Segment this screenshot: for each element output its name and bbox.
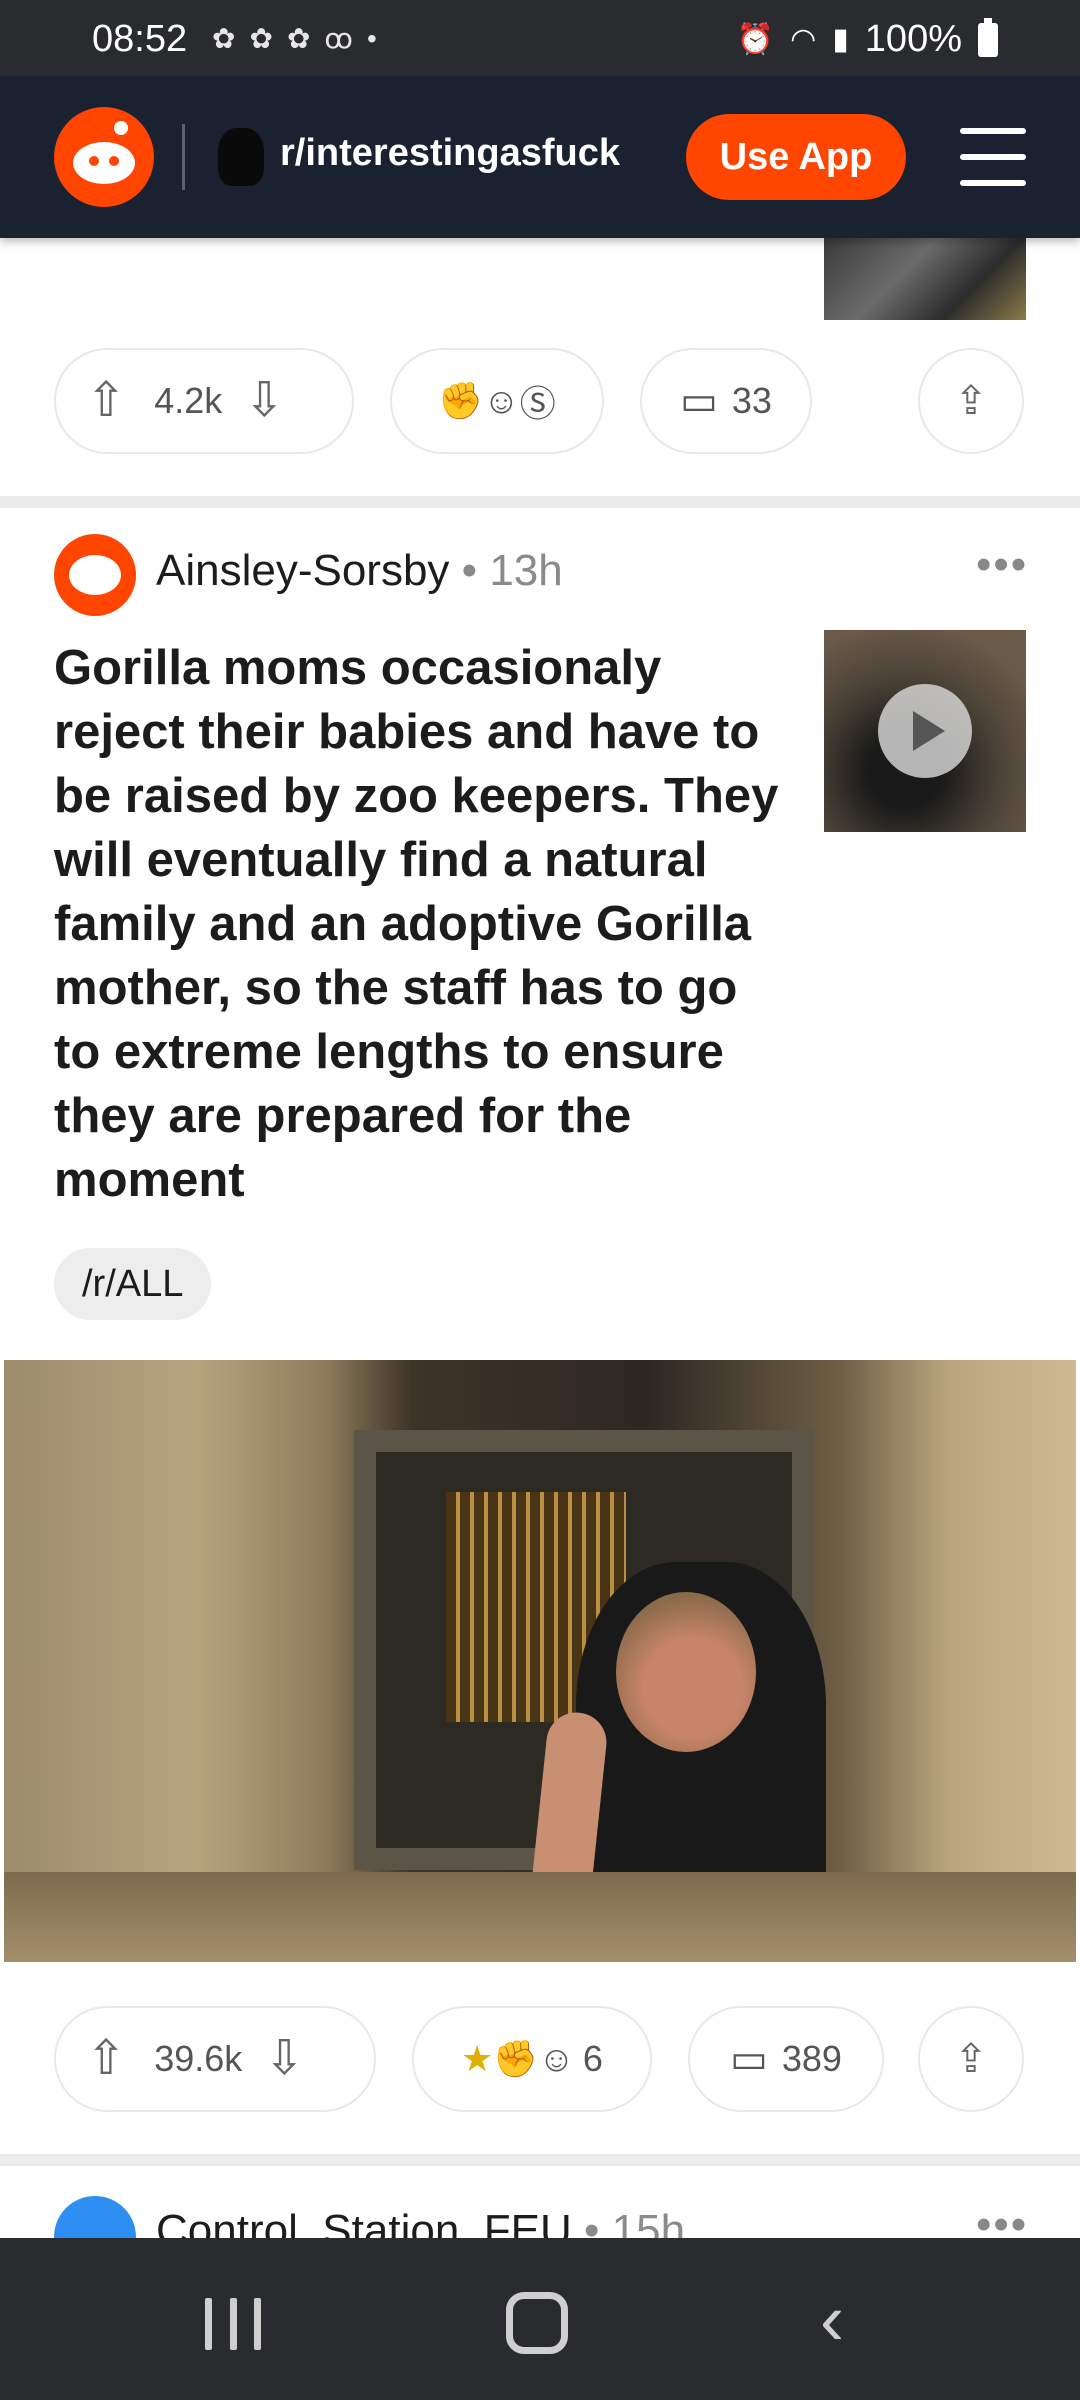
- battery-icon: [978, 17, 998, 57]
- reddit-logo-icon[interactable]: [54, 107, 154, 207]
- battery-percent: 100%: [864, 18, 962, 60]
- award-count: 6: [582, 2038, 603, 2079]
- system-nav-bar: ‹: [0, 2238, 1080, 2400]
- subreddit-name[interactable]: r/interestingasfuck: [280, 132, 620, 175]
- vote-bar: ⇧ 39.6k ⇩: [54, 2006, 376, 2112]
- voicemail-icon: ꝏ: [324, 23, 353, 54]
- video-thumbnail[interactable]: [824, 630, 1026, 832]
- post-separator: [0, 496, 1080, 508]
- share-icon: ⇪: [954, 2037, 988, 2081]
- share-button[interactable]: ⇪: [918, 348, 1024, 454]
- previous-post-thumbnail[interactable]: [824, 238, 1026, 320]
- wifi-icon: ◠: [790, 23, 817, 56]
- notification-icon: ✿: [286, 23, 311, 54]
- share-button[interactable]: ⇪: [918, 2006, 1024, 2112]
- notification-icon: ✿: [212, 23, 236, 54]
- home-icon[interactable]: [506, 2292, 568, 2354]
- awards-button[interactable]: ★ ✊ ☺ 6: [412, 2006, 652, 2112]
- avatar[interactable]: [54, 534, 136, 616]
- status-time: 08:52: [92, 18, 188, 60]
- post-author[interactable]: Ainsley-Sorsby: [156, 546, 449, 595]
- status-right: ⏰ ◠ ▮ 100%: [736, 17, 998, 61]
- alarm-icon: ⏰: [736, 23, 775, 56]
- subreddit-icon[interactable]: [218, 128, 264, 186]
- menu-icon[interactable]: [960, 128, 1026, 186]
- downvote-icon[interactable]: ⇩: [244, 377, 284, 425]
- award-icon: ☺: [538, 2038, 575, 2079]
- header-divider: [182, 124, 185, 190]
- post-image[interactable]: [4, 1360, 1076, 1962]
- post-author-line: Ainsley-Sorsby • 13h: [156, 546, 563, 596]
- app-header: r/interestingasfuck Use App: [0, 76, 1080, 238]
- post-age: 13h: [489, 546, 563, 595]
- upvote-icon[interactable]: ⇧: [86, 2035, 126, 2083]
- dot-icon: •: [366, 22, 377, 54]
- more-options-icon[interactable]: •••: [976, 540, 1028, 590]
- back-icon[interactable]: ‹: [820, 2284, 844, 2356]
- upvote-icon[interactable]: ⇧: [86, 377, 126, 425]
- comment-icon: ▭: [730, 2037, 768, 2081]
- post-flair[interactable]: /r/ALL: [54, 1248, 212, 1320]
- awards-button[interactable]: ✊ ☺ Ⓢ: [390, 348, 604, 454]
- post-title[interactable]: Gorilla moms occasionaly reject their ba…: [54, 636, 794, 1212]
- award-icon: ✊: [438, 380, 484, 421]
- comments-button[interactable]: ▭ 33: [640, 348, 812, 454]
- signal-icon: ▮: [832, 23, 849, 56]
- comments-button[interactable]: ▭ 389: [688, 2006, 884, 2112]
- comment-count: 33: [731, 380, 772, 421]
- doorway: [354, 1430, 826, 1962]
- award-icon: ★: [461, 2038, 494, 2079]
- comment-count: 389: [781, 2038, 842, 2079]
- downvote-icon[interactable]: ⇩: [264, 2035, 304, 2083]
- vote-count: 4.2k: [154, 380, 223, 421]
- award-icon: ✊: [493, 2038, 539, 2079]
- vote-bar: ⇧ 4.2k ⇩: [54, 348, 354, 454]
- comment-icon: ▭: [680, 379, 718, 423]
- award-icon: Ⓢ: [519, 383, 556, 424]
- status-bar: 08:52 ✿ ✿ ✿ ꝏ • ⏰ ◠ ▮ 100%: [0, 0, 1080, 76]
- recent-apps-icon[interactable]: [205, 2298, 261, 2350]
- vote-count: 39.6k: [154, 2038, 243, 2079]
- post-separator: [0, 2154, 1080, 2166]
- play-icon[interactable]: [878, 684, 972, 778]
- award-icon: ☺: [483, 380, 520, 421]
- notification-icon: ✿: [249, 23, 273, 54]
- notification-icons: ✿ ✿ ✿ ꝏ •: [212, 22, 377, 55]
- post-separator-dot: •: [461, 546, 490, 595]
- use-app-button[interactable]: Use App: [686, 114, 906, 200]
- share-icon: ⇪: [954, 379, 988, 423]
